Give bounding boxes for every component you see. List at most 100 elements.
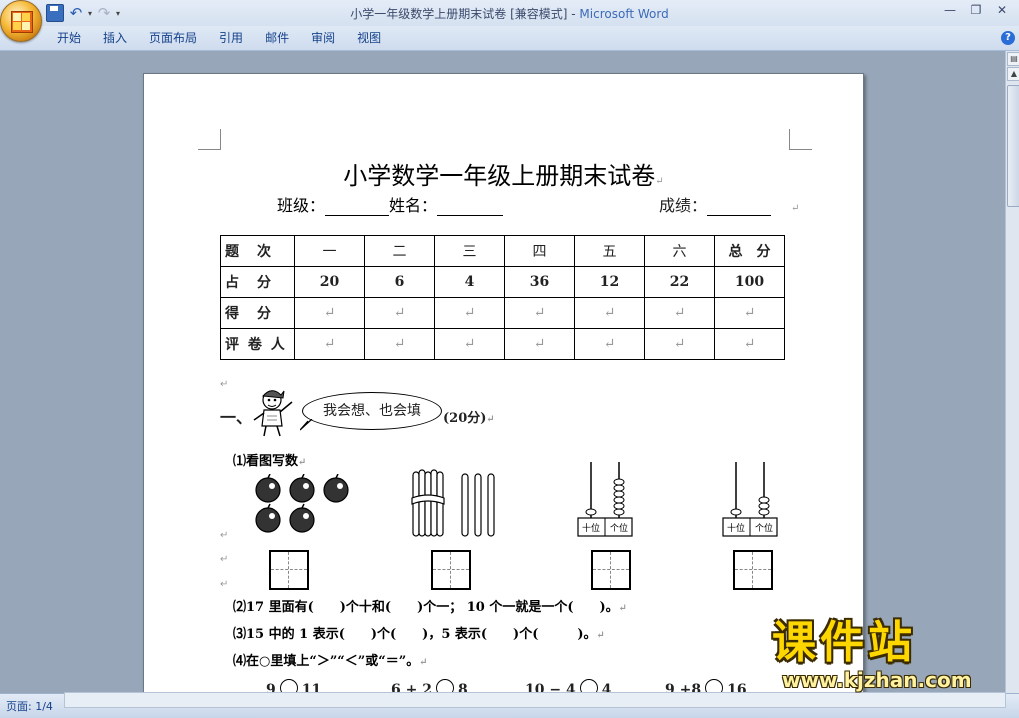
scroll-up-icon[interactable]: ▲ [1007, 67, 1019, 81]
score-info: 成绩： ↵ [659, 192, 799, 216]
score-table: 题 次 一 二 三 四 五 六 总 分 占 分 20 6 4 36 12 22 … [220, 235, 785, 360]
paragraph-mark: ↵ [791, 203, 800, 214]
answer-box[interactable] [431, 550, 471, 590]
question-3: ⑶15 中的 1 表示( )个( )，5 表示( )个( )。↵ [233, 623, 605, 642]
empty-cell[interactable]: ↵ [504, 297, 575, 329]
title-text: 小学数学一年级上册期末试卷 [343, 162, 656, 190]
table-header-cell: 三 [434, 235, 505, 267]
answer-box[interactable] [733, 550, 773, 590]
empty-cell[interactable]: ↵ [434, 297, 505, 329]
document-name: 小学一年级数学上册期末试卷 [兼容模式] - [350, 7, 580, 21]
office-button[interactable] [0, 0, 42, 42]
speech-bubble: 我会想、也会填 [302, 392, 442, 430]
score-label: 成绩： [659, 196, 708, 215]
empty-cell[interactable]: ↵ [714, 297, 785, 329]
horizontal-scrollbar[interactable] [64, 692, 1006, 708]
table-header-cell: 五 [574, 235, 645, 267]
status-bar: 页面: 1/4 [0, 692, 1019, 718]
paragraph-mark: ↵ [655, 176, 664, 187]
document-page[interactable]: 小学数学一年级上册期末试卷↵ 班级： 姓名： 成绩： ↵ 题 次 一 二 三 四 五… [143, 73, 864, 693]
speech-bubble-tail [300, 419, 313, 431]
table-row-label: 得 分 [220, 297, 295, 329]
question-text: ⑵17 里面有( )个十和( )个一； 10 个一就是一个( )。 [233, 600, 619, 615]
empty-cell[interactable]: ↵ [294, 297, 365, 329]
window-controls: — ❐ ✕ [937, 2, 1015, 20]
scroll-thumb[interactable] [1007, 85, 1019, 207]
close-icon[interactable]: ✕ [989, 2, 1015, 20]
cartoon-kid-icon [253, 390, 293, 437]
watermark-logo: 课件站 www.kjzhan.com [772, 617, 1012, 693]
empty-cell[interactable]: ↵ [714, 328, 785, 360]
question-2: ⑵17 里面有( )个十和( )个一； 10 个一就是一个( )。↵ [233, 596, 627, 615]
answer-box[interactable] [591, 550, 631, 590]
paragraph-mark: ↵ [618, 603, 628, 614]
class-blank [325, 197, 390, 216]
compare-circle[interactable] [705, 679, 724, 693]
ribbon-tabs: 开始 插入 页面布局 引用 邮件 审阅 视图 [46, 30, 392, 46]
compare-circle[interactable] [279, 679, 298, 693]
table-header-cell: 四 [504, 235, 575, 267]
empty-cell[interactable]: ↵ [364, 328, 435, 360]
abacus-label-tens: 十位 [727, 522, 745, 534]
office-logo-icon [11, 11, 33, 33]
watermark-text: 课件站 [772, 617, 916, 668]
points-cell: 22 [644, 266, 715, 298]
compare-circle[interactable] [579, 679, 598, 693]
empty-cell[interactable]: ↵ [434, 328, 505, 360]
tab-home[interactable]: 开始 [46, 30, 92, 46]
compare-item: 9 +8 16 [665, 679, 747, 693]
counting-sticks-icon [411, 469, 495, 537]
restore-icon[interactable]: ❐ [963, 2, 989, 20]
ruler-toggle-icon[interactable]: ▤ [1007, 52, 1019, 66]
empty-cell[interactable]: ↵ [364, 297, 435, 329]
paragraph-mark: ↵ [220, 379, 229, 390]
question-4: ⑷在○里填上“＞”“＜”或“＝”。↵ [233, 650, 428, 669]
tab-insert[interactable]: 插入 [92, 30, 138, 46]
tab-mailings[interactable]: 邮件 [254, 30, 300, 46]
points-text: (20分) [443, 411, 487, 426]
points-cell: 6 [364, 266, 435, 298]
table-row: 占 分 20 6 4 36 12 22 100 [220, 266, 785, 298]
compare-item: 9 11 [266, 679, 321, 693]
empty-cell[interactable]: ↵ [644, 328, 715, 360]
tab-review[interactable]: 审阅 [300, 30, 346, 46]
student-info-line: 班级： 姓名： [277, 192, 504, 216]
vertical-scrollbar[interactable]: ▤ ▲ [1005, 51, 1019, 693]
paragraph-mark: ↵ [220, 554, 229, 565]
table-row: 得 分 ↵ ↵ ↵ ↵ ↵ ↵ ↵ [220, 297, 785, 329]
points-cell: 4 [434, 266, 505, 298]
section-points: (20分)↵ [443, 407, 495, 426]
paragraph-mark: ↵ [596, 630, 605, 641]
document-workspace: 小学数学一年级上册期末试卷↵ 班级： 姓名： 成绩： ↵ 题 次 一 二 三 四 五… [0, 51, 1005, 693]
question-text: ⑴看图写数 [233, 454, 299, 469]
table-header-cell: 六 [644, 235, 715, 267]
abacus-icon: 十位 个位 [722, 462, 778, 537]
name-label: 姓名： [389, 196, 438, 215]
empty-cell[interactable]: ↵ [574, 297, 645, 329]
page-counter[interactable]: 页面: 1/4 [6, 698, 53, 714]
tab-view[interactable]: 视图 [346, 30, 392, 46]
tab-references[interactable]: 引用 [208, 30, 254, 46]
paragraph-mark: ↵ [220, 579, 229, 590]
empty-cell[interactable]: ↵ [644, 297, 715, 329]
table-header-cell: 二 [364, 235, 435, 267]
question-text: ⑶15 中的 1 表示( )个( )，5 表示( )个( )。 [233, 627, 597, 642]
table-row: 评 卷 人 ↵ ↵ ↵ ↵ ↵ ↵ ↵ [220, 328, 785, 360]
question-1: ⑴看图写数↵ [233, 450, 306, 469]
name-blank [437, 197, 504, 216]
empty-cell[interactable]: ↵ [294, 328, 365, 360]
empty-cell[interactable]: ↵ [504, 328, 575, 360]
table-header-cell: 题 次 [220, 235, 295, 267]
ribbon: 开始 插入 页面布局 引用 邮件 审阅 视图 ? [0, 26, 1019, 51]
abacus-label-ones: 个位 [610, 522, 628, 534]
answer-box[interactable] [269, 550, 309, 590]
minimize-icon[interactable]: — [937, 2, 963, 20]
window-title: 小学一年级数学上册期末试卷 [兼容模式] - Microsoft Word [0, 5, 1019, 22]
empty-cell[interactable]: ↵ [574, 328, 645, 360]
compare-item: 10 − 44 [525, 679, 611, 693]
tab-page-layout[interactable]: 页面布局 [138, 30, 208, 46]
score-blank [707, 197, 772, 216]
help-icon[interactable]: ? [1001, 31, 1015, 45]
paragraph-mark: ↵ [419, 657, 428, 668]
compare-circle[interactable] [435, 679, 454, 693]
